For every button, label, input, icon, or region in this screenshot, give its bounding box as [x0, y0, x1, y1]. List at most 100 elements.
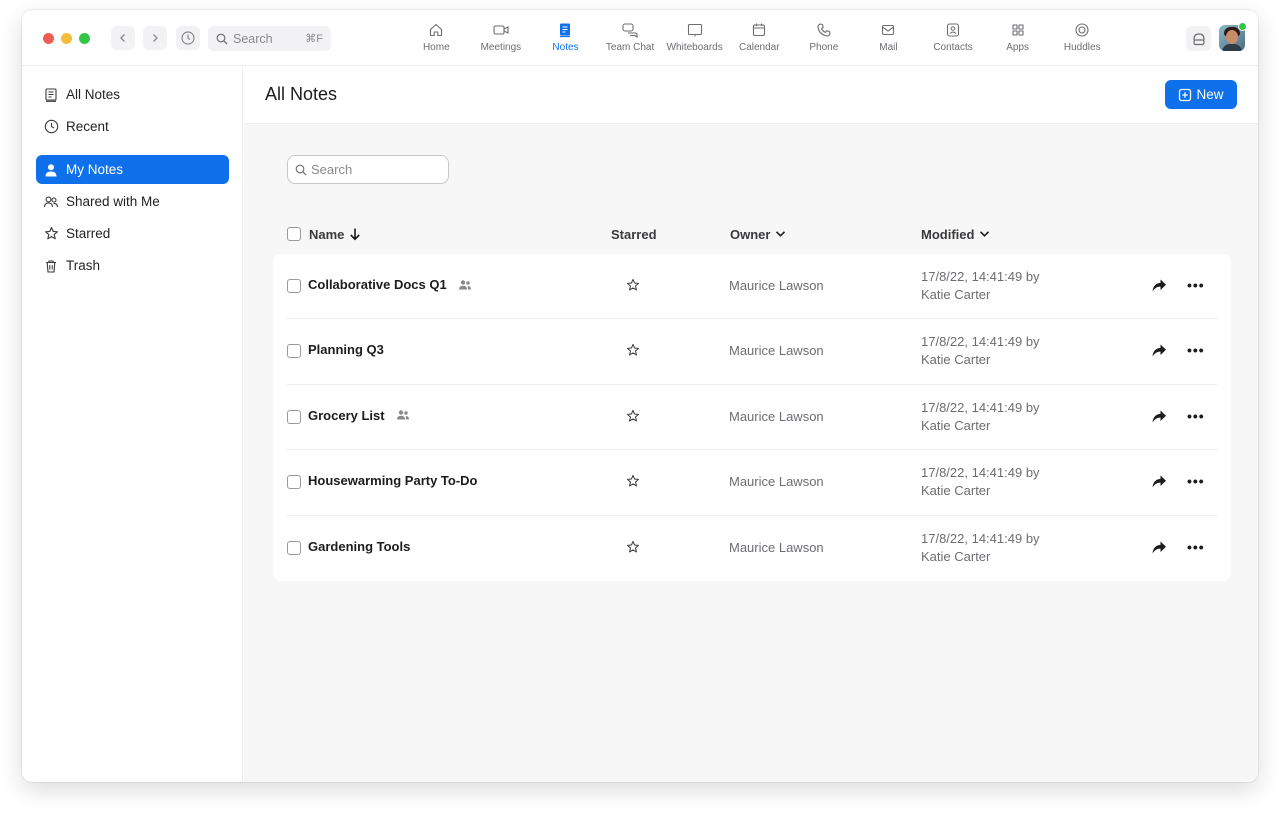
tab-contacts-label: Contacts [933, 42, 973, 53]
tab-calendar-label: Calendar [738, 42, 780, 53]
zoom-window-button[interactable] [79, 33, 90, 44]
star-toggle[interactable] [626, 278, 640, 297]
note-modified: 17/8/22, 14:41:49 by Katie Carter [921, 333, 1040, 369]
more-options-button[interactable]: ••• [1187, 342, 1205, 358]
contacts-icon [946, 23, 960, 37]
column-header-modified[interactable]: Modified [921, 224, 990, 244]
back-button[interactable] [111, 26, 135, 50]
table-row[interactable]: Housewarming Party To-Do Maurice Lawson … [273, 450, 1231, 516]
note-name[interactable]: Housewarming Party To-Do [308, 473, 478, 488]
tab-mail-label: Mail [879, 42, 898, 53]
tab-meetings[interactable]: Meetings [469, 20, 534, 60]
note-owner: Maurice Lawson [729, 408, 824, 424]
tab-team-chat[interactable]: Team Chat [598, 20, 663, 60]
star-icon [626, 344, 640, 356]
tab-calendar[interactable]: Calendar [727, 20, 792, 60]
more-options-button[interactable]: ••• [1187, 408, 1205, 424]
tab-home[interactable]: Home [404, 20, 469, 60]
sidebar-item-my-notes[interactable]: My Notes [36, 155, 229, 184]
note-name[interactable]: Gardening Tools [308, 539, 410, 554]
video-icon [493, 25, 509, 35]
sidebar-item-recent[interactable]: Recent [36, 112, 229, 141]
global-search[interactable]: Search ⌘F [208, 26, 331, 51]
notes-table: Collaborative Docs Q1 Maurice Lawson 17/… [273, 254, 1231, 581]
note-name-label: Collaborative Docs Q1 [308, 277, 447, 292]
sidebar-item-starred[interactable]: Starred [36, 219, 229, 248]
row-checkbox[interactable] [287, 409, 301, 424]
tab-contacts[interactable]: Contacts [921, 20, 986, 60]
row-checkbox[interactable] [287, 344, 301, 359]
share-button[interactable] [1151, 409, 1167, 429]
note-name[interactable]: Collaborative Docs Q1 [308, 277, 472, 292]
table-row[interactable]: Gardening Tools Maurice Lawson 17/8/22, … [273, 516, 1231, 581]
sidebar-item-trash[interactable]: Trash [36, 251, 229, 280]
note-owner: Maurice Lawson [729, 539, 824, 555]
column-header-name-label: Name [309, 226, 345, 242]
row-checkbox[interactable] [287, 279, 301, 293]
notes-search[interactable] [287, 155, 449, 184]
close-window-button[interactable] [43, 33, 54, 44]
notes-list-icon [45, 87, 57, 102]
star-toggle[interactable] [626, 343, 640, 362]
history-button[interactable] [176, 26, 200, 50]
page-title: All Notes [265, 84, 338, 104]
note-name-label: Housewarming Party To-Do [308, 473, 478, 489]
note-modified-line2: Katie Carter [921, 417, 991, 433]
forward-button[interactable] [143, 26, 167, 50]
table-row[interactable]: Planning Q3 Maurice Lawson 17/8/22, 14:4… [273, 319, 1231, 385]
row-checkbox[interactable] [287, 540, 301, 555]
tab-apps[interactable]: Apps [985, 20, 1050, 60]
sidebar-item-label: Starred [66, 226, 111, 241]
share-arrow-icon [1152, 344, 1166, 357]
note-modified-line1: 17/8/22, 14:41:49 by [921, 530, 1040, 546]
new-note-icon [1179, 88, 1192, 101]
headset-button[interactable] [1186, 26, 1211, 51]
select-all-checkbox[interactable] [287, 227, 301, 241]
note-modified-line2: Katie Carter [921, 352, 991, 368]
tab-notes-label: Notes [552, 42, 579, 53]
notes-icon [560, 23, 571, 38]
sidebar-item-shared-with-me[interactable]: Shared with Me [36, 187, 229, 216]
minimize-window-button[interactable] [61, 33, 72, 44]
column-header-starred[interactable]: Starred [611, 224, 657, 244]
note-name[interactable]: Grocery List [308, 408, 410, 423]
app-tabs: Home Meetings Notes Team Chat Whiteboard… [404, 20, 1115, 60]
app-window: Search ⌘F Home Meetings Notes Team Chat [22, 10, 1258, 782]
huddles-icon [1075, 23, 1089, 37]
tab-mail[interactable]: Mail [856, 20, 921, 60]
tab-notes[interactable]: Notes [533, 20, 598, 60]
new-note-button[interactable]: New [1165, 80, 1237, 109]
share-button[interactable] [1151, 474, 1167, 494]
share-button[interactable] [1151, 278, 1167, 298]
table-row[interactable]: Collaborative Docs Q1 Maurice Lawson 17/… [273, 254, 1231, 320]
tab-phone-label: Phone [809, 42, 839, 53]
column-header-modified-label: Modified [921, 226, 975, 242]
star-toggle[interactable] [626, 474, 640, 493]
sidebar-item-label: My Notes [66, 162, 124, 177]
row-checkbox[interactable] [287, 475, 301, 490]
more-options-button[interactable]: ••• [1187, 277, 1205, 293]
column-header-name[interactable]: Name [309, 224, 361, 244]
search-icon [295, 164, 307, 175]
tab-phone[interactable]: Phone [792, 20, 857, 60]
global-search-label: Search [233, 31, 273, 46]
more-options-button[interactable]: ••• [1187, 539, 1205, 555]
arrow-down-icon [350, 228, 361, 241]
table-row[interactable]: Grocery List Maurice Lawson 17/8/22, 14:… [273, 385, 1231, 451]
sidebar-item-all-notes[interactable]: All Notes [36, 80, 229, 109]
star-toggle[interactable] [626, 409, 640, 428]
share-button[interactable] [1151, 540, 1167, 560]
column-header-owner[interactable]: Owner [730, 224, 786, 244]
apps-icon [1012, 24, 1024, 36]
notes-search-input[interactable] [311, 162, 441, 177]
search-icon [216, 33, 228, 44]
tab-whiteboards[interactable]: Whiteboards [662, 20, 727, 60]
more-options-button[interactable]: ••• [1187, 473, 1205, 489]
star-toggle[interactable] [626, 540, 640, 559]
note-owner: Maurice Lawson [729, 474, 824, 490]
note-modified: 17/8/22, 14:41:49 by Katie Carter [921, 399, 1040, 435]
share-button[interactable] [1151, 343, 1167, 363]
tab-huddles[interactable]: Huddles [1050, 20, 1115, 60]
note-modified-line2: Katie Carter [921, 287, 991, 302]
note-name[interactable]: Planning Q3 [308, 342, 384, 357]
